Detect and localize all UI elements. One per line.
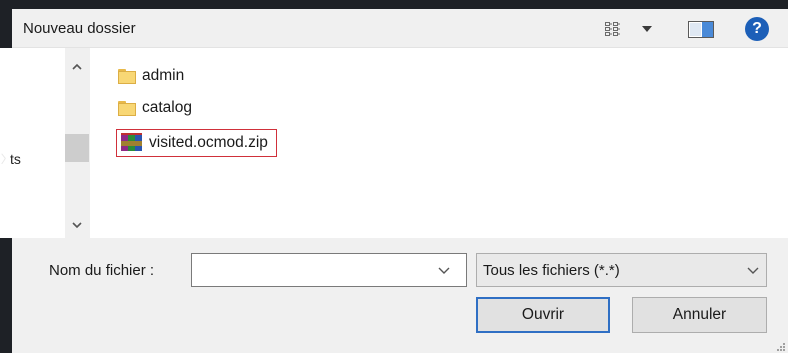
folder-icon xyxy=(118,100,136,116)
file-name: admin xyxy=(142,67,185,84)
mouse-cursor-icon xyxy=(1,153,6,164)
nav-item-partial-label[interactable]: ts xyxy=(10,151,21,167)
list-item-folder-catalog[interactable]: catalog xyxy=(118,96,192,120)
filename-label: Nom du fichier : xyxy=(49,262,155,279)
dropdown-arrow-icon[interactable] xyxy=(642,26,652,32)
list-item-zip-selected[interactable]: visited.ocmod.zip xyxy=(116,129,277,157)
scroll-thumb[interactable] xyxy=(65,134,89,162)
archive-icon xyxy=(121,133,143,153)
folder-icon xyxy=(118,68,136,84)
dialog-footer: Nom du fichier : Tous les fichiers (*.*)… xyxy=(12,238,788,353)
chevron-down-icon xyxy=(747,267,759,274)
open-button[interactable]: Ouvrir xyxy=(476,297,610,333)
scroll-down-icon[interactable] xyxy=(71,220,83,230)
filetype-select[interactable]: Tous les fichiers (*.*) xyxy=(476,253,767,287)
list-item-folder-admin[interactable]: admin xyxy=(118,64,184,88)
file-list[interactable]: admin catalog visited.ocmod.zip xyxy=(90,48,788,238)
help-icon[interactable]: ? xyxy=(745,17,769,41)
resize-grip-icon[interactable] xyxy=(774,342,786,352)
toolbar: Nouveau dossier ? xyxy=(12,9,788,48)
navigation-scrollbar[interactable] xyxy=(65,48,89,238)
view-options-icon[interactable] xyxy=(604,21,626,37)
cancel-button[interactable]: Annuler xyxy=(632,297,767,333)
new-folder-button[interactable]: Nouveau dossier xyxy=(23,20,136,37)
filename-input[interactable] xyxy=(191,253,467,287)
preview-pane-icon[interactable] xyxy=(688,21,714,38)
filetype-selected-value: Tous les fichiers (*.*) xyxy=(483,262,620,279)
file-open-dialog: Nouveau dossier ? ts admin catalog visit… xyxy=(0,9,788,353)
scroll-up-icon[interactable] xyxy=(71,62,83,72)
file-name: catalog xyxy=(142,99,192,116)
chevron-down-icon[interactable] xyxy=(438,267,450,275)
file-name: visited.ocmod.zip xyxy=(149,134,268,151)
